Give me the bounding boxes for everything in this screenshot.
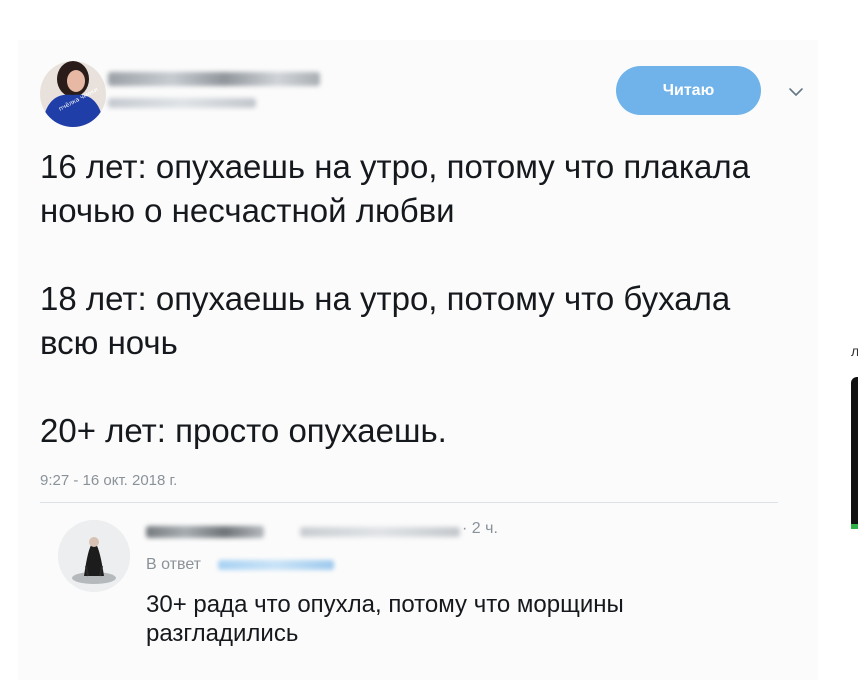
reply-to-label: В ответ xyxy=(146,556,202,573)
divider xyxy=(40,502,778,503)
reply-to-handle-blurred[interactable] xyxy=(218,560,334,570)
reply-author-name-blurred[interactable] xyxy=(146,526,264,538)
author-handle-blurred[interactable] xyxy=(108,98,256,108)
reply-avatar[interactable] xyxy=(58,520,130,592)
tweet-paragraph: 16 лет: опухаешь на утро, потому что пла… xyxy=(40,148,751,229)
chevron-down-icon[interactable] xyxy=(788,86,804,98)
tweet-paragraph: 18 лет: опухаешь на утро, потому что бух… xyxy=(40,280,731,361)
author-avatar[interactable]: пчёлка чмоки xyxy=(40,61,106,127)
author-name-blurred[interactable] xyxy=(108,72,320,86)
tweet-text: 16 лет: опухаешь на утро, потому что пла… xyxy=(40,145,780,453)
edge-panel-fragment xyxy=(851,377,858,529)
reply-text: 30+ рада что опухла, потому что морщины … xyxy=(146,591,624,647)
tweet-timestamp[interactable]: 9:27 - 16 окт. 2018 г. xyxy=(40,472,177,489)
tweet-paragraph: 20+ лет: просто опухаешь. xyxy=(40,412,447,449)
reply-author-handle-blurred[interactable] xyxy=(300,527,460,537)
edge-text-fragment: л xyxy=(851,343,858,359)
follow-button[interactable]: Читаю xyxy=(616,66,761,115)
reply-time[interactable]: · 2 ч. xyxy=(462,520,498,538)
